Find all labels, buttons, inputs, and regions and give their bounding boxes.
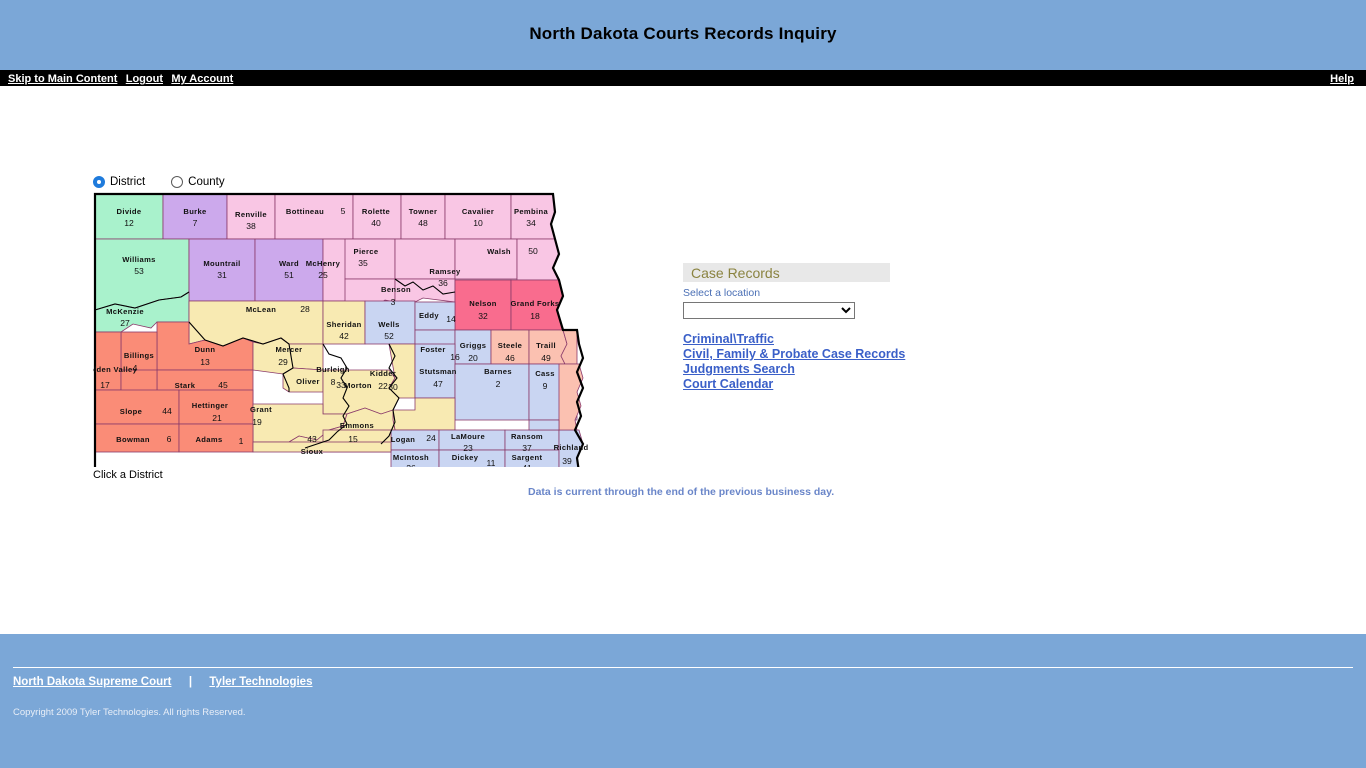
state-map-panel: District County .c{stroke:#8a3a6a;stroke… (93, 172, 593, 481)
county-griggs[interactable] (454, 329, 492, 365)
page-footer: North Dakota Supreme Court | Tyler Techn… (0, 634, 1366, 768)
county-bottineau[interactable] (274, 193, 354, 240)
county-sioux-fill-2[interactable] (252, 441, 392, 453)
criminal-traffic-link[interactable]: Criminal\Traffic (683, 332, 983, 347)
county-wells[interactable] (364, 300, 416, 345)
logout-link[interactable]: Logout (126, 73, 163, 85)
county-cavalier[interactable] (444, 193, 512, 240)
map-mode-radio-group: District County (93, 172, 593, 192)
court-calendar-link[interactable]: Court Calendar (683, 377, 983, 392)
skip-to-main-content-link[interactable]: Skip to Main Content (8, 73, 117, 85)
map-svg[interactable]: .c{stroke:#8a3a6a;stroke-width:.8;} .bb{… (93, 192, 593, 467)
county-walsh[interactable] (454, 238, 518, 280)
county-steele[interactable] (490, 329, 530, 365)
north-dakota-map[interactable]: .c{stroke:#8a3a6a;stroke-width:.8;} .bb{… (93, 192, 593, 467)
county-ransom[interactable] (504, 429, 560, 451)
county-slope[interactable] (94, 389, 180, 425)
data-currency-notice: Data is current through the end of the p… (528, 486, 835, 498)
county-kidder[interactable] (414, 343, 456, 399)
judgments-search-link[interactable]: Judgments Search (683, 362, 983, 377)
county-golden-valley[interactable] (94, 331, 122, 391)
county-barnes-lower[interactable] (528, 419, 560, 431)
nav-left-group: Skip to Main Content Logout My Account (8, 71, 233, 85)
county-logan[interactable] (390, 429, 440, 451)
county-ward[interactable] (254, 238, 324, 302)
case-records-panel: Case Records Select a location Criminal\… (683, 263, 983, 392)
county-emmons[interactable] (392, 397, 456, 431)
county-stutsman[interactable] (454, 363, 530, 421)
civil-family-probate-link[interactable]: Civil, Family & Probate Case Records (683, 347, 983, 362)
county-adams[interactable] (178, 423, 254, 453)
my-account-link[interactable]: My Account (171, 73, 233, 85)
county-rolette[interactable] (352, 193, 402, 240)
footer-separator: | (188, 676, 193, 688)
nav-right-group: Help (1330, 71, 1354, 85)
county-burke[interactable] (162, 193, 228, 240)
footer-links: North Dakota Supreme Court | Tyler Techn… (13, 674, 312, 688)
radio-district[interactable] (93, 176, 105, 188)
county-mclean[interactable] (188, 300, 324, 347)
county-ramsey-upper[interactable] (394, 238, 456, 280)
county-eddy[interactable] (414, 301, 456, 331)
page-root: North Dakota Courts Records Inquiry Skip… (0, 0, 1366, 768)
footer-copyright: Copyright 2009 Tyler Technologies. All r… (13, 707, 246, 718)
select-location-label: Select a location (683, 287, 761, 299)
radio-county-label: County (188, 176, 225, 188)
map-click-hint: Click a District (93, 469, 163, 481)
radio-district-label: District (110, 176, 146, 188)
county-mountrail[interactable] (188, 238, 256, 302)
nd-supreme-court-link[interactable]: North Dakota Supreme Court (13, 676, 171, 688)
footer-divider (13, 667, 1353, 668)
tyler-technologies-link[interactable]: Tyler Technologies (209, 676, 312, 688)
page-header: North Dakota Courts Records Inquiry (0, 0, 1366, 70)
location-select[interactable] (683, 302, 855, 319)
county-sheridan[interactable] (322, 300, 366, 345)
county-hettinger[interactable] (178, 389, 254, 425)
county-divide[interactable] (94, 193, 164, 240)
county-dickey[interactable] (438, 449, 506, 467)
top-nav-bar: Skip to Main Content Logout My Account H… (0, 70, 1366, 86)
county-mcintosh[interactable] (390, 449, 440, 467)
case-records-links: Criminal\Traffic Civil, Family & Probate… (683, 332, 983, 392)
county-grand-forks[interactable] (510, 279, 564, 331)
help-link[interactable]: Help (1330, 73, 1354, 85)
county-morton[interactable] (322, 369, 400, 415)
page-title: North Dakota Courts Records Inquiry (529, 24, 837, 43)
county-renville[interactable] (226, 193, 276, 240)
case-records-heading: Case Records (683, 263, 890, 282)
county-towner[interactable] (400, 193, 446, 240)
county-walsh-east[interactable] (516, 238, 560, 281)
county-lamoure[interactable] (438, 429, 506, 451)
county-nelson[interactable] (454, 279, 512, 331)
county-traill[interactable] (528, 329, 568, 365)
county-bowman[interactable] (94, 423, 180, 453)
radio-county[interactable] (171, 176, 184, 188)
county-pembina[interactable] (510, 193, 556, 240)
county-pierce[interactable] (344, 238, 396, 280)
county-sargent[interactable] (504, 449, 560, 467)
